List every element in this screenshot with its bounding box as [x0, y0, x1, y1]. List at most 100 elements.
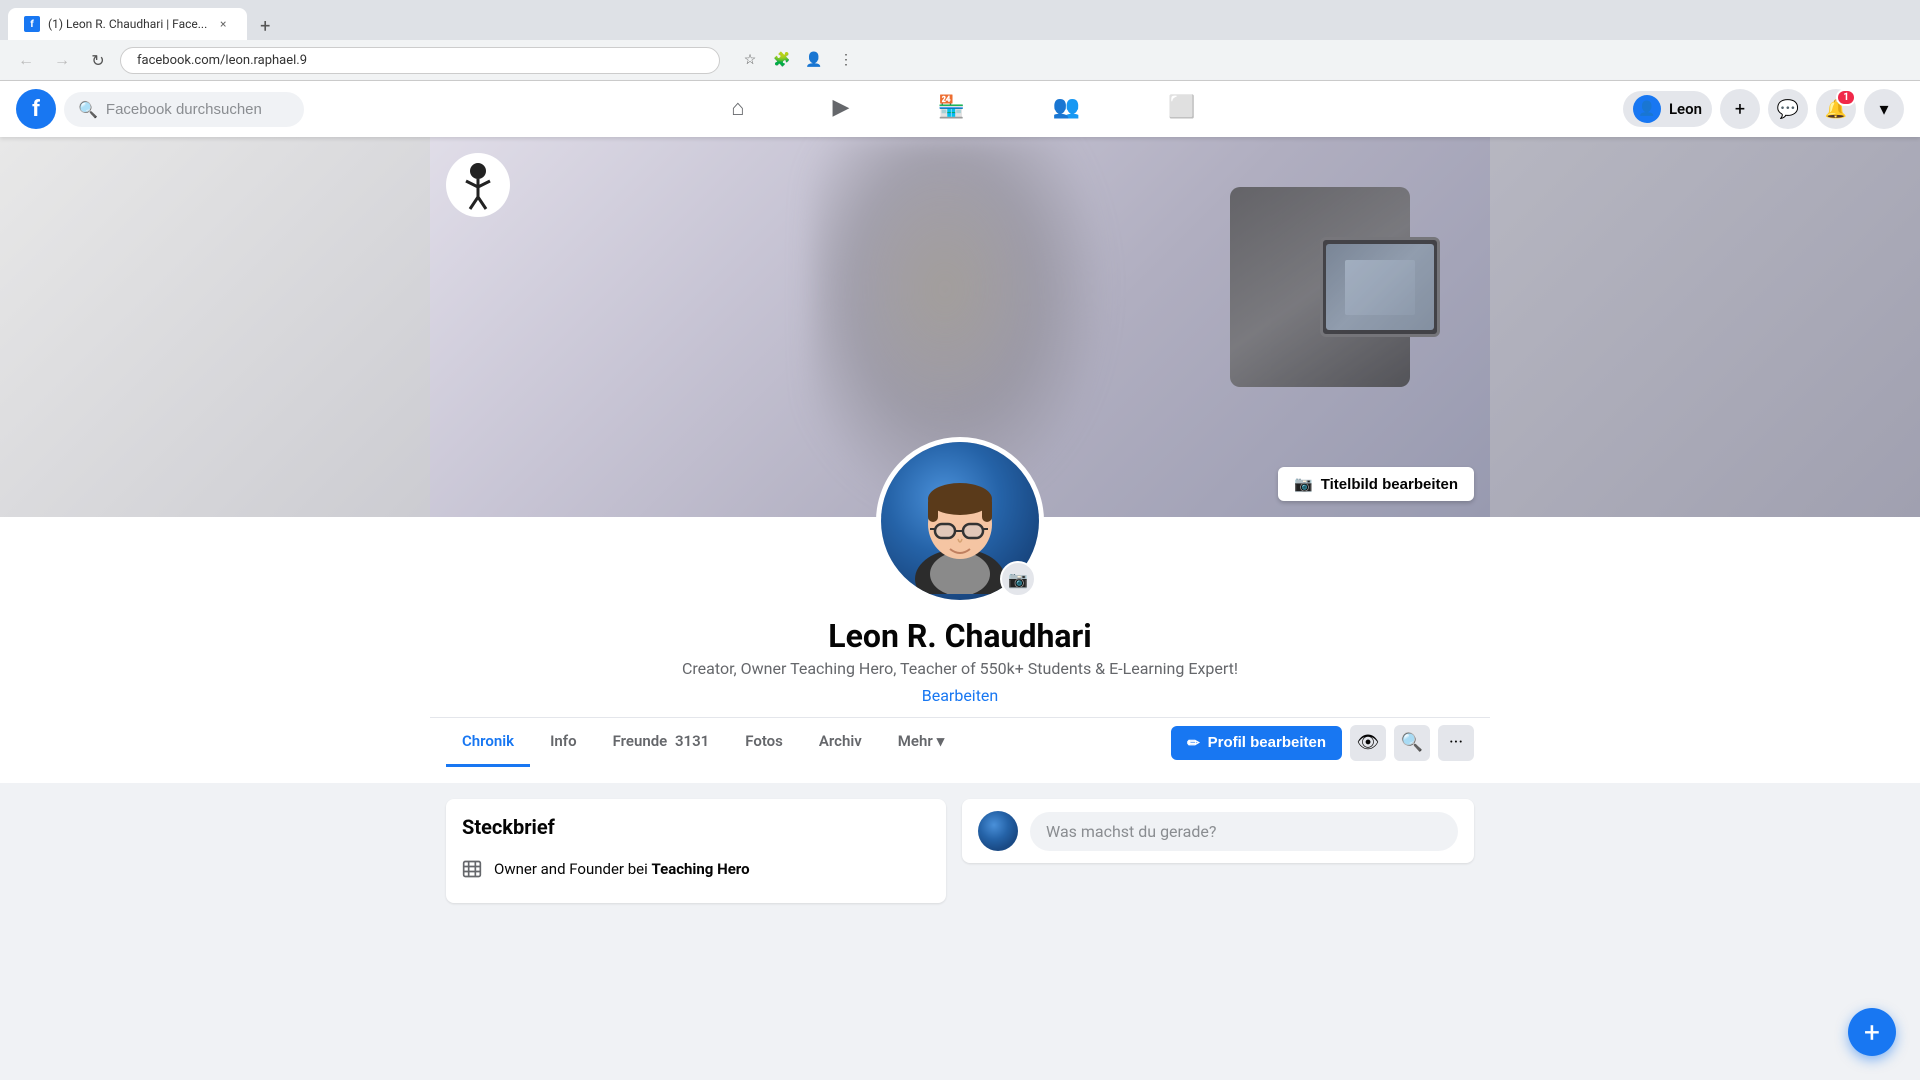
search-input[interactable] — [106, 101, 290, 118]
tab-title: (1) Leon R. Chaudhari | Face... — [48, 17, 207, 31]
video-icon: ▶ — [833, 95, 850, 120]
profile-name: Leon R. Chaudhari — [828, 617, 1091, 655]
tab-chronik[interactable]: Chronik — [446, 718, 530, 767]
camera-small-icon: 📷 — [1008, 570, 1028, 589]
search-small-icon: 🔍 — [1401, 732, 1423, 753]
stickman-logo — [446, 153, 510, 217]
edit-profile-button[interactable]: ✏ Profil bearbeiten — [1171, 726, 1342, 760]
tab-archiv[interactable]: Archiv — [803, 718, 878, 767]
nav-center: ⌂ ▶ 🏪 👥 ⬜ — [304, 87, 1623, 132]
forward-button[interactable]: → — [48, 46, 76, 74]
profile-info-area: 📷 Leon R. Chaudhari Creator, Owner Teach… — [0, 517, 1920, 783]
post-input-area[interactable]: Was machst du gerade? — [1030, 812, 1458, 851]
steckbrief-work-text: Owner and Founder bei Teaching Hero — [494, 860, 750, 878]
new-tab-button[interactable]: + — [251, 12, 279, 40]
edit-cover-button[interactable]: 📷 Titelbild bearbeiten — [1278, 467, 1474, 501]
address-bar[interactable]: facebook.com/leon.raphael.9 — [120, 47, 720, 74]
add-button[interactable]: + — [1720, 89, 1760, 129]
account-icon[interactable]: 👤 — [800, 46, 828, 74]
edit-cover-label: Titelbild bearbeiten — [1321, 476, 1458, 493]
tab-mehr-label: Mehr — [898, 732, 933, 750]
post-box: Was machst du gerade? — [962, 799, 1474, 863]
messenger-icon: 💬 — [1777, 99, 1799, 120]
view-as-button[interactable]: 👁 — [1350, 725, 1386, 761]
browser-toolbar-icons: ☆ 🧩 👤 ⋮ — [736, 46, 860, 74]
tab-freunde[interactable]: Freunde 3131 — [597, 718, 726, 767]
nav-video[interactable]: ▶ — [793, 87, 890, 131]
search-icon: 🔍 — [78, 100, 98, 119]
edit-profile-picture-button[interactable]: 📷 — [1000, 561, 1036, 597]
more-actions-button[interactable]: ··· — [1438, 725, 1474, 761]
nav-groups[interactable]: 👥 — [1013, 87, 1120, 131]
facebook-logo[interactable]: f — [16, 89, 56, 129]
post-placeholder: Was machst du gerade? — [1046, 822, 1216, 841]
profile-tabs: Chronik Info Freunde 3131 Fotos Archiv M… — [430, 718, 1490, 767]
building-icon — [462, 859, 482, 879]
facebook-logo-text: f — [32, 97, 40, 122]
user-avatar: 👤 — [1633, 95, 1661, 123]
groups-icon: 👥 — [1053, 95, 1080, 120]
cover-logo — [446, 153, 510, 217]
tabs-actions: ✏ Profil bearbeiten 👁 🔍 ··· — [1171, 725, 1474, 761]
browser-tabs: f (1) Leon R. Chaudhari | Face... × + — [0, 0, 1920, 40]
user-name: Leon — [1669, 100, 1702, 118]
edit-profile-label: Profil bearbeiten — [1208, 734, 1326, 751]
camera-icon: 📷 — [1294, 475, 1313, 493]
active-tab[interactable]: f (1) Leon R. Chaudhari | Face... × — [8, 8, 247, 40]
steckbrief-title: Steckbrief — [462, 815, 930, 839]
floating-action-button[interactable]: + — [1848, 1008, 1896, 1056]
tab-info[interactable]: Info — [534, 718, 593, 767]
browser-chrome: f (1) Leon R. Chaudhari | Face... × + ← … — [0, 0, 1920, 81]
marketplace-icon: 🏪 — [937, 95, 964, 120]
refresh-button[interactable]: ↻ — [84, 46, 112, 74]
edit-icon: ✏ — [1187, 734, 1200, 752]
extensions-icon[interactable]: 🧩 — [768, 46, 796, 74]
nav-marketplace[interactable]: 🏪 — [897, 87, 1004, 131]
fab-plus-icon: + — [1864, 1016, 1880, 1049]
post-avatar-image — [978, 811, 1018, 851]
profile-cover-container: 📷 Titelbild bearbeiten — [0, 137, 1920, 783]
gaming-icon: ⬜ — [1168, 95, 1195, 120]
steckbrief-card: Steckbrief Owner and Founder bei Teachin… — [446, 799, 946, 903]
close-tab-button[interactable]: × — [215, 16, 231, 32]
freunde-count: 3131 — [675, 732, 709, 750]
facebook-search-bar[interactable]: 🔍 — [64, 92, 304, 127]
more-menu-button[interactable]: ▾ — [1864, 89, 1904, 129]
tab-info-label: Info — [550, 732, 577, 750]
profile-picture-wrapper: 📷 — [876, 437, 1044, 605]
tab-fotos[interactable]: Fotos — [729, 718, 799, 767]
post-box-inner: Was machst du gerade? — [978, 811, 1458, 851]
tab-fotos-label: Fotos — [745, 732, 783, 750]
menu-icon[interactable]: ⋮ — [832, 46, 860, 74]
steckbrief-item-work: Owner and Founder bei Teaching Hero — [462, 851, 930, 887]
user-profile-button[interactable]: 👤 Leon — [1623, 91, 1712, 127]
browser-toolbar: ← → ↻ facebook.com/leon.raphael.9 ☆ 🧩 👤 … — [0, 40, 1920, 81]
tab-favicon: f — [24, 16, 40, 32]
tab-mehr[interactable]: Mehr ▾ — [882, 718, 961, 767]
post-avatar — [978, 811, 1018, 851]
nav-gaming[interactable]: ⬜ — [1128, 87, 1235, 131]
notifications-button[interactable]: 🔔 1 — [1816, 89, 1856, 129]
company-name: Teaching Hero — [651, 860, 749, 878]
edit-bio-link[interactable]: Bearbeiten — [922, 686, 999, 705]
messenger-button[interactable]: 💬 — [1768, 89, 1808, 129]
home-icon: ⌂ — [731, 96, 744, 121]
notification-badge: 1 — [1836, 89, 1856, 106]
url-text: facebook.com/leon.raphael.9 — [137, 53, 307, 68]
tab-freunde-label: Freunde — [613, 732, 668, 750]
bookmark-star-icon[interactable]: ☆ — [736, 46, 764, 74]
ellipsis-icon: ··· — [1449, 732, 1463, 753]
search-profile-button[interactable]: 🔍 — [1394, 725, 1430, 761]
plus-icon: + — [1735, 99, 1745, 120]
nav-home[interactable]: ⌂ — [691, 87, 784, 132]
mehr-chevron-icon: ▾ — [937, 732, 945, 750]
tab-archiv-label: Archiv — [819, 732, 862, 750]
eye-icon: 👁 — [1357, 732, 1380, 753]
right-panel: Was machst du gerade? — [962, 799, 1474, 903]
nav-right: 👤 Leon + 💬 🔔 1 ▾ — [1623, 89, 1904, 129]
profile-content: Steckbrief Owner and Founder bei Teachin… — [430, 799, 1490, 903]
back-button[interactable]: ← — [12, 46, 40, 74]
tab-chronik-label: Chronik — [462, 732, 514, 750]
profile-bio: Creator, Owner Teaching Hero, Teacher of… — [682, 659, 1238, 678]
left-panel: Steckbrief Owner and Founder bei Teachin… — [446, 799, 946, 903]
